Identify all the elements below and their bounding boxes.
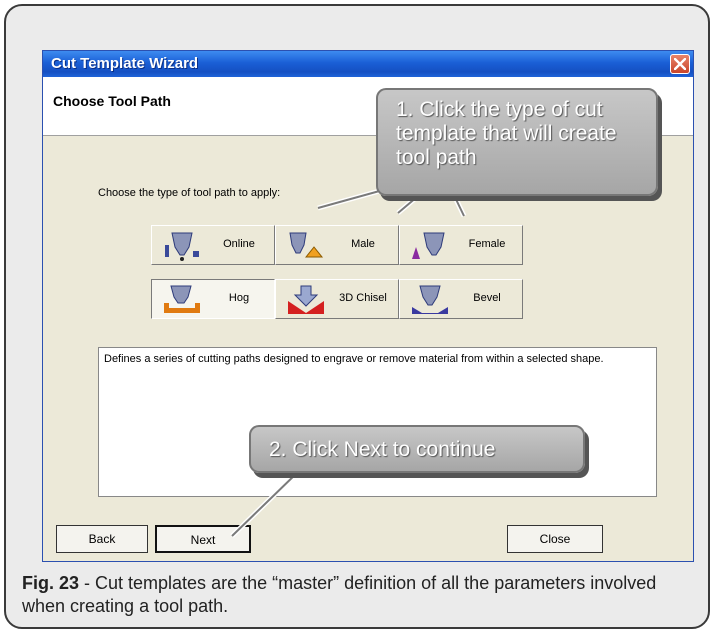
hog-tool-icon	[164, 285, 200, 313]
bevel-label: Bevel	[473, 292, 501, 304]
chisel-tool-icon	[288, 285, 324, 314]
bevel-tool-icon	[412, 285, 448, 314]
male-tool-icon	[289, 232, 324, 258]
close-button[interactable]: Close	[507, 525, 603, 553]
instruction-text: Choose the type of tool path to apply:	[98, 187, 281, 199]
back-button[interactable]: Back	[56, 525, 148, 553]
female-tool-icon	[412, 232, 445, 259]
hog-label: Hog	[228, 292, 250, 304]
online-label: Online	[223, 238, 255, 250]
step2-callout: 2. Click Next to continue	[249, 425, 585, 473]
figure-frame: Cut Template Wizard Choose Tool Path Cho…	[4, 4, 710, 629]
online-button[interactable]: Online	[151, 225, 275, 265]
figure-caption: Fig. 23 - Cut templates are the “master”…	[22, 572, 702, 618]
description-box: Defines a series of cutting paths design…	[98, 347, 657, 497]
step1-callout: 1. Click the type of cut template that w…	[376, 88, 658, 196]
male-label: Male	[351, 238, 375, 250]
window-title: Cut Template Wizard	[51, 55, 199, 72]
male-button[interactable]: Male	[275, 225, 399, 265]
bevel-button[interactable]: Bevel	[399, 279, 523, 319]
female-button[interactable]: Female	[399, 225, 523, 265]
hog-button[interactable]: Hog	[151, 279, 275, 319]
3d-chisel-label: 3D Chisel	[339, 292, 387, 304]
3d-chisel-button[interactable]: 3D Chisel	[275, 279, 399, 319]
online-tool-icon	[165, 232, 199, 261]
page-title: Choose Tool Path	[53, 93, 171, 109]
caption-label: Fig. 23	[22, 573, 80, 593]
title-bar[interactable]: Cut Template Wizard	[43, 51, 693, 77]
next-button[interactable]: Next	[155, 525, 251, 553]
step1-text: 1. Click the type of cut template that w…	[396, 98, 617, 169]
caption-text: - Cut templates are the “master” definit…	[22, 573, 657, 616]
close-icon[interactable]	[670, 54, 690, 74]
step2-text: 2. Click Next to continue	[269, 438, 496, 461]
female-label: Female	[468, 238, 506, 250]
